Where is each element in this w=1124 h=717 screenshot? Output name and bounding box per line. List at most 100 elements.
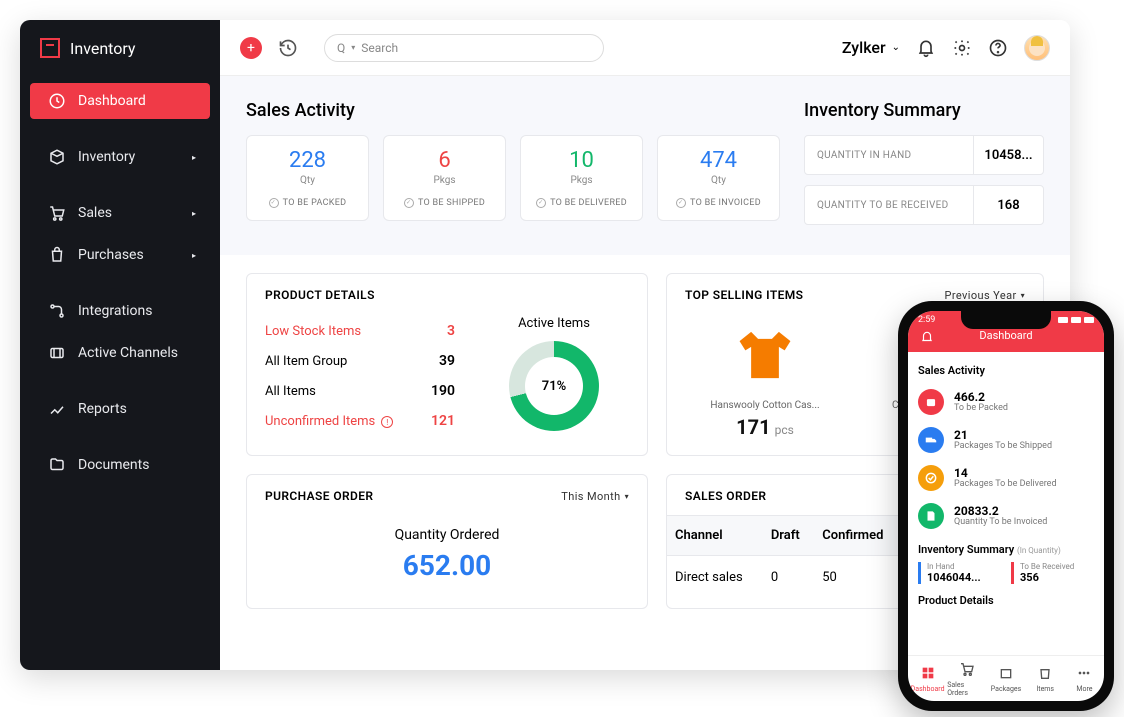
chevron-right-icon: ▸ [192,153,196,162]
activity-label: TO BE SHIPPED [394,198,495,208]
check-ring-icon [676,198,686,208]
panel-title: PURCHASE ORDER [265,489,373,503]
mobile-inv-sub: (In Quantity) [1017,546,1061,555]
inventory-summary-row: QUANTITY IN HAND 10458... [804,135,1044,175]
activity-unit: Qty [257,175,358,186]
search-input[interactable]: Q ▾ Search [324,34,604,62]
product-detail-row[interactable]: Low Stock Items 3 [265,316,455,346]
check-ring-icon [536,198,546,208]
sidebar: Inventory Dashboard Inventory ▸ Sales ▸ … [20,20,220,670]
mobile-activity-row[interactable]: 20833.2 Quantity To be Invoiced [918,497,1094,535]
product-detail-row[interactable]: Unconfirmed Items! 121 [265,406,455,436]
product-detail-value: 39 [405,353,455,369]
mobile-row-value: 14 [954,467,1057,479]
mobile-time: 2:59 [918,315,935,325]
sidebar-item-label: Sales [78,205,112,221]
inventory-summary-label: QUANTITY TO BE RECEIVED [805,186,973,224]
inventory-summary-row: QUANTITY TO BE RECEIVED 168 [804,185,1044,225]
purchase-order-period[interactable]: This Month ▾ [561,490,629,503]
help-icon[interactable] [988,38,1008,58]
sidebar-item-label: Purchases [78,247,144,263]
inventory-summary-section: Inventory Summary QUANTITY IN HAND 10458… [804,100,1044,235]
bell-icon[interactable] [916,38,936,58]
sales-icon [48,204,66,222]
mobile-tab[interactable]: Sales Orders [947,656,986,701]
search-scope-icon: Q [337,41,345,55]
add-button[interactable]: + [240,37,262,59]
sidebar-item-sales[interactable]: Sales ▸ [30,195,210,231]
sidebar-item-label: Integrations [78,303,152,319]
activity-card[interactable]: 474 Qty TO BE INVOICED [657,135,780,221]
search-placeholder: Search [361,41,398,55]
mobile-tab[interactable]: Dashboard [908,656,947,701]
activity-card[interactable]: 10 Pkgs TO BE DELIVERED [520,135,643,221]
sidebar-item-purchases[interactable]: Purchases ▸ [30,237,210,273]
mobile-tab[interactable]: Items [1026,656,1065,701]
activity-value: 6 [394,148,495,173]
mobile-status-icons [1058,317,1094,323]
avatar[interactable] [1024,35,1050,61]
mobile-in-hand: In Hand 1046044... [918,562,1001,584]
gear-icon[interactable] [952,38,972,58]
product-detail-value: 190 [405,383,455,399]
phone-notch [961,311,1051,329]
mobile-pd-title: Product Details [918,594,1094,607]
product-qty: 171pcs [685,415,845,439]
mobile-tab-icon [959,661,975,679]
mobile-tab-label: Sales Orders [947,681,986,697]
activity-card[interactable]: 228 Qty TO BE PACKED [246,135,369,221]
table-header: Confirmed [814,516,902,556]
brand-name: Inventory [70,39,136,58]
mobile-tab-icon [920,665,936,683]
table-header: Channel [667,516,763,556]
mobile-tab[interactable]: Packages [986,656,1025,701]
purchases-icon [48,246,66,264]
chevron-right-icon: ▸ [192,209,196,218]
dashboard-icon [48,92,66,110]
activity-label: TO BE INVOICED [668,198,769,208]
product-detail-value: 121 [405,413,455,429]
mobile-activity-row[interactable]: 21 Packages To be Shipped [918,421,1094,459]
mobile-row-icon [918,465,944,491]
check-ring-icon [404,198,414,208]
product-detail-row[interactable]: All Item Group 39 [265,346,455,376]
mobile-row-icon [918,427,944,453]
top-selling-period[interactable]: Previous Year ▾ [945,289,1026,302]
sidebar-item-reports[interactable]: Reports [30,391,210,427]
sidebar-item-dashboard[interactable]: Dashboard [30,83,210,119]
history-icon[interactable] [278,38,298,58]
activity-unit: Pkgs [531,175,632,186]
mobile-row-value: 20833.2 [954,505,1047,517]
mobile-tab-icon [1076,665,1092,683]
sidebar-item-integrations[interactable]: Integrations [30,293,210,329]
inventory-summary-value: 168 [973,186,1043,224]
mobile-activity-row[interactable]: 466.2 To be Packed [918,383,1094,421]
panel-title: TOP SELLING ITEMS [685,288,803,302]
sidebar-item-label: Dashboard [78,93,146,109]
activity-value: 228 [257,148,358,173]
sidebar-item-label: Reports [78,401,127,417]
sidebar-item-active-channels[interactable]: Active Channels [30,335,210,371]
org-switcher[interactable]: Zylker ⌄ [842,38,900,57]
sidebar-item-inventory[interactable]: Inventory ▸ [30,139,210,175]
caret-down-icon: ▾ [625,492,629,501]
sidebar-item-label: Documents [78,457,149,473]
bell-icon[interactable] [920,330,934,344]
mobile-activity-row[interactable]: 14 Packages To be Delivered [918,459,1094,497]
sidebar-item-documents[interactable]: Documents [30,447,210,483]
chevron-down-icon: ▾ [351,43,355,52]
product-detail-row[interactable]: All Items 190 [265,376,455,406]
mobile-tab[interactable]: More [1065,656,1104,701]
activity-unit: Qty [668,175,769,186]
mobile-title: Dashboard [979,329,1032,342]
mobile-preview: 2:59 Dashboard Sales Activity 466.2 To b… [898,301,1114,711]
purchase-order-panel: PURCHASE ORDER This Month ▾ Quantity Ord… [246,474,648,609]
product-detail-label: Unconfirmed Items! [265,414,405,429]
product-detail-value: 3 [405,323,455,339]
activity-card[interactable]: 6 Pkgs TO BE SHIPPED [383,135,506,221]
info-icon: ! [381,416,393,428]
org-name: Zylker [842,38,886,57]
top-selling-item[interactable]: Hanswooly Cotton Cas... 171pcs [685,318,845,439]
documents-icon [48,456,66,474]
mobile-row-label: Quantity To be Invoiced [954,517,1047,527]
